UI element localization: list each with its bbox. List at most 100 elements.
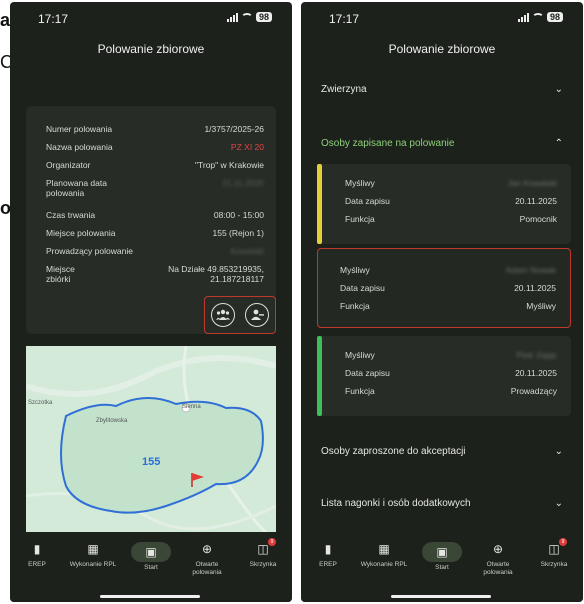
map-label-mid: Zbylitowska — [96, 418, 128, 424]
hunter-value: 20.11.2025 — [515, 196, 557, 206]
hunter-card-highlighted[interactable]: Myśliwy Adam Nowak Data zapisu 20.11.202… — [317, 248, 571, 328]
target-icon: ⊕ — [201, 542, 213, 556]
info-value: Kowalski — [230, 246, 264, 256]
info-row-place: Miejsce polowania 155 (Rejon 1) — [46, 228, 264, 238]
hunter-row-name: Myśliwy Piotr Zając — [345, 350, 557, 360]
hunter-row-role: Funkcja Myśliwy — [340, 301, 556, 311]
wifi-icon — [240, 12, 253, 22]
info-value: 1/3757/2025-26 — [204, 124, 264, 134]
hunter-row-name: Myśliwy Adam Nowak — [340, 265, 556, 275]
hunter-key: Myśliwy — [345, 350, 375, 360]
info-key: Nazwa polowania — [46, 142, 113, 152]
info-row-number: Numer polowania 1/3757/2025-26 — [46, 124, 264, 134]
start-icon: ▣ — [145, 545, 157, 559]
home-indicator — [100, 595, 200, 598]
hunter-value: Pomocnik — [519, 214, 557, 224]
nav-item-rpl[interactable]: ▦ Wykonanie RPL — [68, 542, 118, 569]
hunter-value: 20.11.2025 — [515, 368, 557, 378]
hunter-row-name: Myśliwy Jan Kowalski — [345, 178, 557, 188]
nav-label: EREP — [28, 561, 46, 568]
info-key: Prowadzący polowanie — [46, 246, 133, 256]
info-row-leader: Prowadzący polowanie Kowalski — [46, 246, 264, 256]
section-label: Osoby zaproszone do akceptacji — [321, 446, 466, 457]
hunter-key: Myśliwy — [340, 265, 370, 275]
hunter-value: Prowadzący — [510, 386, 557, 396]
nav-active-pill: ▣ — [131, 542, 171, 562]
hunter-card[interactable]: Myśliwy Piotr Zając Data zapisu 20.11.20… — [317, 336, 571, 416]
nav-item-start[interactable]: ▣ Start — [417, 542, 467, 572]
info-key: Miejsce polowania — [46, 228, 116, 238]
status-bar: 17:17 98 — [301, 12, 583, 30]
nav-label: Wykonanie RPL — [69, 561, 117, 568]
chevron-down-icon: ⌄ — [554, 498, 563, 509]
phone-participants: 17:17 98 Polowanie zbiorowe Zwierzyna ⌄ … — [301, 2, 583, 602]
section-label: Zwierzyna — [321, 84, 367, 95]
hunter-key: Funkcja — [340, 301, 370, 311]
section-lista-nagonki[interactable]: Lista nagonki i osób dodatkowych ⌄ — [321, 498, 563, 509]
screenshot-canvas: a C o 17:17 98 Polowanie zbiorowe Numer … — [0, 0, 584, 604]
nav-item-start[interactable]: ▣ Start — [126, 542, 176, 572]
hunter-value: Myśliwy — [526, 301, 556, 311]
book-icon: ▮ — [33, 542, 41, 556]
chevron-up-icon: ⌃ — [554, 138, 563, 149]
battery-icon: 98 — [255, 12, 272, 22]
info-value: PZ XI 20 — [230, 142, 264, 152]
nav-item-erep[interactable]: ▮ EREP — [12, 542, 62, 569]
info-value: 08:00 - 15:00 — [213, 210, 264, 220]
hunt-area-map[interactable]: Szczotka Zbylitowska Sienna 155 — [26, 346, 276, 532]
nav-label: Wykonanie RPL — [360, 561, 408, 568]
hunter-value: Adam Nowak — [505, 265, 556, 275]
hunter-key: Data zapisu — [345, 196, 390, 206]
hunter-key: Funkcja — [345, 386, 375, 396]
info-key: Organizator — [46, 160, 91, 170]
hunter-key: Data zapisu — [345, 368, 390, 378]
section-label: Osoby zapisane na polowanie — [321, 138, 455, 149]
nav-item-open-hunts[interactable]: ⊕ Otwarte polowania — [182, 542, 232, 577]
map-label-right: Sienna — [182, 404, 201, 410]
nav-item-inbox[interactable]: ◫ 9 Skrzynka — [529, 538, 579, 569]
inbox-badge: 9 — [559, 538, 567, 546]
group-participants-button[interactable] — [211, 303, 235, 327]
status-time: 17:17 — [38, 12, 69, 26]
info-row-duration: Czas trwania 08:00 - 15:00 — [46, 210, 264, 220]
info-value: "Trop" w Krakowie — [194, 160, 264, 170]
screen-title: Polowanie zbiorowe — [388, 42, 496, 56]
person-remove-icon — [251, 309, 264, 320]
nav-label: Skrzynka — [540, 561, 568, 568]
person-sign-up-button[interactable] — [245, 303, 269, 327]
nav-label: Otwarte polowania — [483, 561, 513, 576]
nav-item-rpl[interactable]: ▦ Wykonanie RPL — [359, 542, 409, 569]
nav-label: Start — [144, 564, 158, 571]
hunter-row-date: Data zapisu 20.11.2025 — [340, 283, 556, 293]
nav-item-open-hunts[interactable]: ⊕ Otwarte polowania — [473, 542, 523, 577]
inbox-icon: ◫ 9 — [256, 538, 276, 556]
book-icon: ▮ — [324, 542, 332, 556]
screen-title: Polowanie zbiorowe — [97, 42, 205, 56]
section-label: Lista nagonki i osób dodatkowych — [321, 498, 471, 509]
phone-hunt-details: 17:17 98 Polowanie zbiorowe Numer polowa… — [10, 2, 292, 602]
battery-icon: 98 — [546, 12, 563, 22]
hunt-info-card: Numer polowania 1/3757/2025-26 Nazwa pol… — [26, 106, 276, 334]
status-bar: 17:17 98 — [10, 12, 292, 30]
info-value: 155 (Rejon 1) — [212, 228, 264, 238]
edge-fragment-1: a — [0, 10, 11, 30]
nav-item-inbox[interactable]: ◫ 9 Skrzynka — [238, 538, 288, 569]
hunter-key: Myśliwy — [345, 178, 375, 188]
calendar-icon: ▦ — [87, 542, 99, 556]
home-indicator — [391, 595, 491, 598]
info-row-name: Nazwa polowania PZ XI 20 — [46, 142, 264, 152]
info-value: Na Działe 49.853219935, 21.187218117 — [168, 264, 264, 284]
hunter-key: Data zapisu — [340, 283, 385, 293]
signal-icon — [226, 12, 238, 22]
hunter-card[interactable]: Myśliwy Jan Kowalski Data zapisu 20.11.2… — [317, 164, 571, 244]
section-zwierzyna[interactable]: Zwierzyna ⌄ — [321, 84, 563, 95]
section-osoby-zapisane[interactable]: Osoby zapisane na polowanie ⌃ — [321, 138, 563, 149]
hunter-value: Piotr Zając — [516, 350, 557, 360]
map-label-left: Szczotka — [28, 400, 53, 406]
nav-label: Skrzynka — [249, 561, 277, 568]
status-stripe — [317, 336, 322, 416]
hunter-row-date: Data zapisu 20.11.2025 — [345, 196, 557, 206]
nav-item-erep[interactable]: ▮ EREP — [303, 542, 353, 569]
nav-label: EREP — [319, 561, 337, 568]
section-osoby-zaproszone[interactable]: Osoby zaproszone do akceptacji ⌄ — [321, 446, 563, 457]
